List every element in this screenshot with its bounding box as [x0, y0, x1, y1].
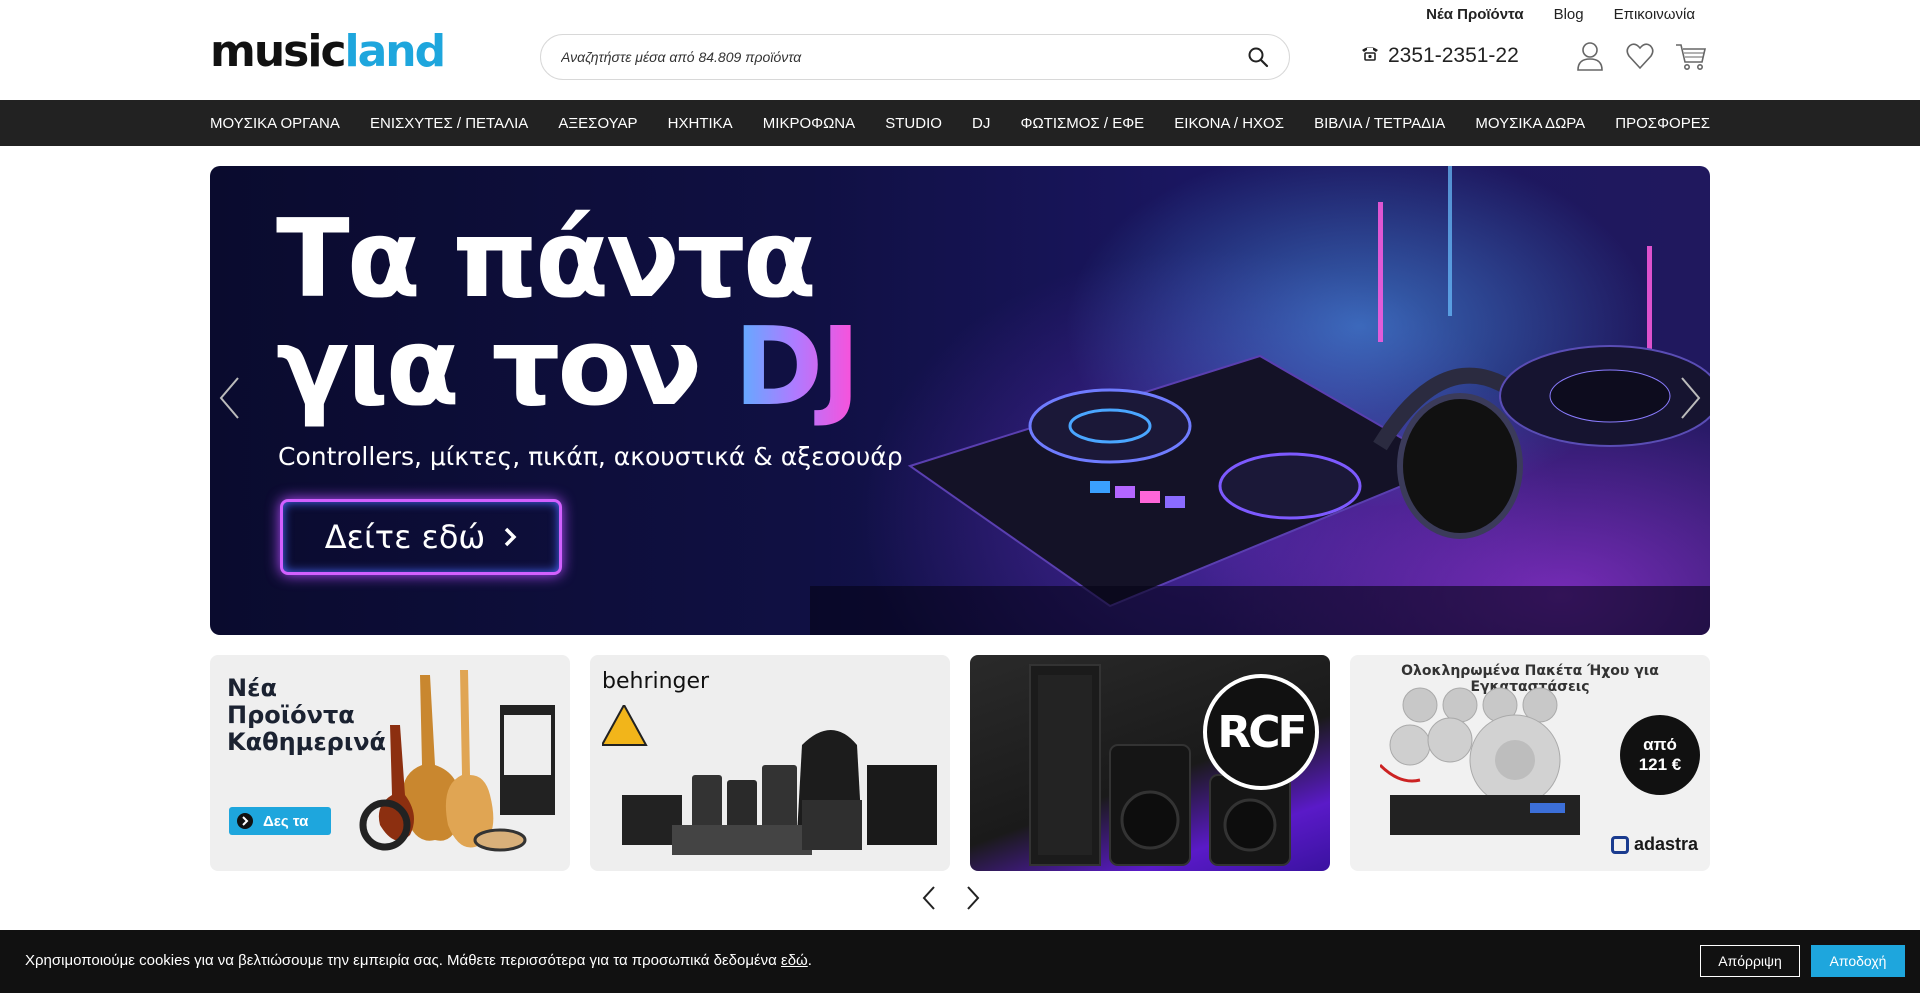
main-nav: ΜΟΥΣΙΚΑ ΟΡΓΑΝΑ ΕΝΙΣΧΥΤΕΣ / ΠΕΤΑΛΙΑ ΑΞΕΣΟ…: [0, 100, 1920, 146]
price-value: 121 €: [1638, 755, 1682, 774]
cookie-accept-button[interactable]: Αποδοχή: [1811, 945, 1905, 977]
cookie-privacy-link[interactable]: εδώ: [781, 952, 808, 969]
chevron-right-icon: [503, 518, 517, 556]
hero-banner[interactable]: Τα πάντα για τον DJ Controllers, μίκτες,…: [210, 166, 1710, 635]
phone-icon: [1360, 44, 1380, 68]
price-prefix: από: [1643, 735, 1677, 754]
heart-icon[interactable]: [1625, 40, 1655, 72]
price-bubble: από 121 €: [1620, 715, 1700, 795]
hero-cta-label: Δείτε εδώ: [324, 518, 486, 556]
hero-cta-button[interactable]: Δείτε εδώ: [280, 499, 562, 575]
hero-next-arrow-icon[interactable]: [1678, 376, 1702, 420]
adastra-logo: adastra: [1610, 834, 1698, 855]
see-new-products-button[interactable]: Δες τα: [229, 807, 331, 835]
nav-item-studio[interactable]: STUDIO: [885, 115, 942, 132]
behringer-products-illustration: [602, 705, 937, 855]
promo-tile-rcf[interactable]: RCF: [970, 655, 1330, 871]
nav-item-amplifiers-pedals[interactable]: ΕΝΙΣΧΥΤΕΣ / ΠΕΤΑΛΙΑ: [370, 115, 528, 132]
see-new-products-label: Δες τα: [263, 812, 309, 830]
hero-title-highlight: DJ: [733, 305, 861, 430]
search-input[interactable]: [561, 49, 1247, 65]
nav-item-offers[interactable]: ΠΡΟΣΦΟΡΕΣ: [1615, 115, 1710, 132]
search-bar: [540, 34, 1290, 80]
adastra-logo-icon: [1610, 835, 1629, 854]
logo-part-land: land: [344, 26, 447, 77]
nav-item-sound[interactable]: ΗΧΗΤΙΚΑ: [668, 115, 733, 132]
hero-subtitle: Controllers, μίκτες, πικάπ, ακουστικά & …: [278, 442, 903, 471]
promo-tile-adastra[interactable]: Ολοκληρωμένα Πακέτα Ήχου για Εγκαταστάσε…: [1350, 655, 1710, 871]
user-icon[interactable]: [1575, 40, 1605, 72]
logo-part-music: music: [210, 26, 347, 77]
new-products-title-line1: Νέα: [227, 674, 277, 702]
promo-tile-behringer[interactable]: behringer: [590, 655, 950, 871]
phone-contact[interactable]: 2351-2351-22: [1360, 44, 1519, 68]
behringer-logo: behringer: [602, 669, 710, 694]
cookie-message-text: Χρησιμοποιούμε cookies για να βελτιώσουμ…: [25, 952, 777, 969]
hero-title-line2: για τον: [276, 305, 702, 430]
tiles-pager: [920, 884, 982, 912]
chevron-right-icon[interactable]: [962, 884, 982, 912]
contact-link[interactable]: Επικοινωνία: [1614, 6, 1695, 23]
site-logo[interactable]: musicland: [210, 30, 446, 74]
nav-item-musical-instruments[interactable]: ΜΟΥΣΙΚΑ ΟΡΓΑΝΑ: [210, 115, 340, 132]
instruments-illustration: [359, 670, 555, 852]
cookie-message: Χρησιμοποιούμε cookies για να βελτιώσουμ…: [25, 952, 812, 969]
nav-item-video-audio[interactable]: ΕΙΚΟΝΑ / ΗΧΟΣ: [1174, 115, 1284, 132]
cookie-message-suffix: .: [807, 952, 812, 969]
header-icons: [1575, 40, 1707, 72]
top-links: Νέα Προϊόντα Blog Επικοινωνία: [1426, 6, 1695, 23]
cart-icon[interactable]: [1675, 40, 1707, 72]
hero-title-line1: Τα πάντα: [276, 197, 817, 322]
promo-tile-new-products[interactable]: Νέα Προϊόντα Καθημερινά Δες τα: [210, 655, 570, 871]
new-products-link[interactable]: Νέα Προϊόντα: [1426, 6, 1523, 23]
nav-item-dj[interactable]: DJ: [972, 115, 990, 132]
phone-number: 2351-2351-22: [1388, 44, 1519, 67]
chevron-right-icon: [237, 813, 253, 829]
promo-tiles: Νέα Προϊόντα Καθημερινά Δες τα behringer: [210, 655, 1710, 871]
ceiling-speakers-illustration: [1380, 687, 1580, 835]
hero-prev-arrow-icon[interactable]: [218, 376, 242, 420]
nav-item-microphones[interactable]: ΜΙΚΡΟΦΩΝΑ: [763, 115, 855, 132]
hero-title: Τα πάντα για τον DJ: [276, 206, 861, 422]
adastra-logo-text: adastra: [1633, 834, 1698, 854]
chevron-left-icon[interactable]: [920, 884, 940, 912]
nav-item-books[interactable]: ΒΙΒΛΙΑ / ΤΕΤΡΑΔΙΑ: [1314, 115, 1445, 132]
rcf-logo: RCF: [1203, 674, 1319, 790]
nav-item-accessories[interactable]: ΑΞΕΣΟΥΑΡ: [558, 115, 637, 132]
site-header: Νέα Προϊόντα Blog Επικοινωνία musicland …: [0, 0, 1920, 100]
blog-link[interactable]: Blog: [1554, 6, 1584, 23]
cookie-banner: Χρησιμοποιούμε cookies για να βελτιώσουμ…: [0, 930, 1920, 993]
nav-item-music-gifts[interactable]: ΜΟΥΣΙΚΑ ΔΩΡΑ: [1475, 115, 1585, 132]
nav-item-lighting-effects[interactable]: ΦΩΤΙΣΜΟΣ / ΕΦΕ: [1020, 115, 1144, 132]
new-products-title-line2: Προϊόντα: [227, 701, 355, 729]
cookie-reject-button[interactable]: Απόρριψη: [1700, 945, 1800, 977]
search-icon[interactable]: [1247, 46, 1269, 68]
